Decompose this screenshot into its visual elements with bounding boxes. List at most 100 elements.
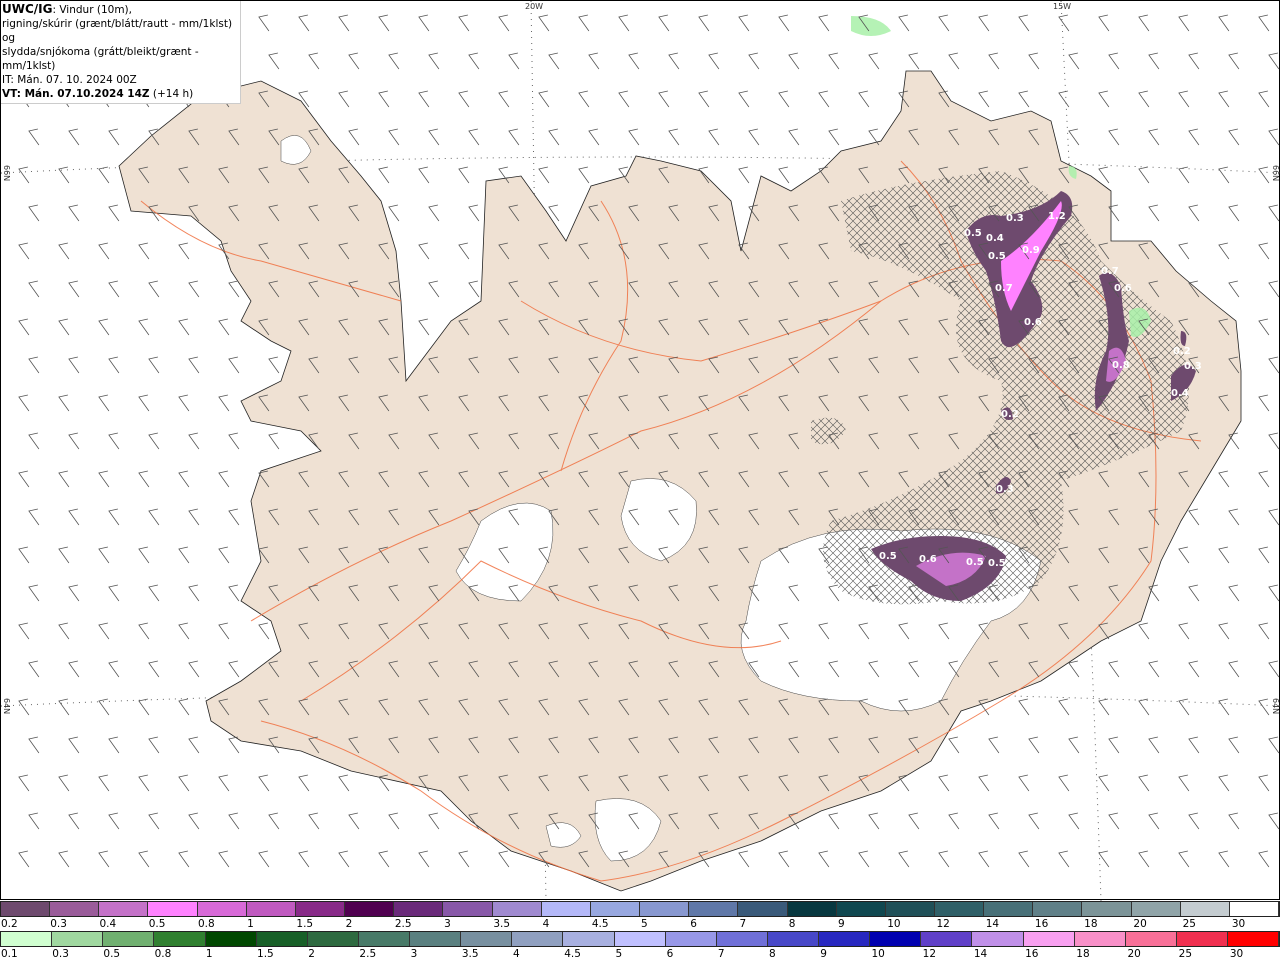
- wind-barb: [1268, 280, 1280, 298]
- wind-barb: [1068, 128, 1080, 146]
- map-canvas: 0.5 0.4 0.3 1.2 0.9 0.5 0.7 0.6 0.7 0.6 …: [0, 0, 1280, 902]
- wind-barb: [588, 128, 600, 146]
- wind-barb: [1228, 736, 1240, 754]
- iceland-landmass: [118, 70, 1242, 892]
- legend-label: 18: [1076, 948, 1090, 960]
- wind-barb: [188, 508, 200, 526]
- wind-barb: [988, 812, 1000, 830]
- wind-barb: [178, 394, 190, 412]
- wind-barb: [378, 14, 390, 32]
- wind-barb: [228, 812, 240, 830]
- wind-barb: [1258, 850, 1270, 868]
- wind-barb: [228, 660, 240, 678]
- wind-barb: [1108, 52, 1120, 70]
- legend-swatch: [934, 902, 985, 916]
- wind-barb: [1188, 508, 1200, 526]
- legend-swatch: [512, 932, 564, 946]
- legend-label: 0.5: [103, 948, 121, 960]
- wind-barb: [748, 52, 760, 70]
- wind-barb: [18, 166, 30, 184]
- wind-barb: [18, 774, 30, 792]
- wind-barb: [468, 204, 480, 222]
- wind-barb: [138, 698, 150, 716]
- wind-barb: [108, 204, 120, 222]
- wind-barb: [338, 850, 350, 868]
- wind-barb: [298, 774, 310, 792]
- wind-barb: [1218, 622, 1230, 640]
- wind-barb: [28, 128, 40, 146]
- wind-barb: [108, 128, 120, 146]
- wind-barb: [1148, 736, 1160, 754]
- wind-barb: [898, 14, 910, 32]
- wind-barb: [738, 850, 750, 868]
- initial-time: IT: Mán. 07. 10. 2024 00Z: [2, 74, 137, 86]
- wind-barb: [1068, 812, 1080, 830]
- wind-barb: [268, 812, 280, 830]
- wind-barb: [1218, 242, 1230, 260]
- wind-barb: [258, 774, 270, 792]
- wind-barb: [548, 52, 560, 70]
- wind-barb: [108, 736, 120, 754]
- lon-label-20w: 20W: [525, 2, 544, 11]
- wind-barb: [188, 432, 200, 450]
- wind-barb: [1058, 774, 1070, 792]
- legend-label: 1: [247, 918, 254, 930]
- wind-barb: [18, 546, 30, 564]
- legend-swatch: [1, 932, 53, 946]
- wind-barb: [1258, 90, 1270, 108]
- model-name: UWC/IG: [2, 2, 53, 16]
- legend-swatch: [921, 932, 973, 946]
- legend-label: 6: [666, 948, 674, 960]
- legend-swatch: [461, 932, 513, 946]
- legend-label: 0.5: [148, 918, 166, 930]
- wind-barb: [418, 850, 430, 868]
- wind-barb: [348, 52, 360, 70]
- precip-label: 0.6: [919, 554, 937, 565]
- wind-barb: [498, 90, 510, 108]
- legend-swatch: [885, 902, 935, 916]
- wind-barb: [58, 394, 70, 412]
- wind-barb: [338, 90, 350, 108]
- legend-label: 12: [922, 948, 937, 960]
- wind-barb: [708, 128, 720, 146]
- legend-label: 2: [308, 948, 315, 960]
- legend-swatch: [689, 902, 739, 916]
- legend-label: 1: [205, 948, 213, 960]
- legend-label: 2.5: [359, 948, 377, 960]
- wind-barb: [18, 242, 30, 260]
- wind-barb: [268, 52, 280, 70]
- wind-barb: [1228, 812, 1240, 830]
- wind-barb: [58, 242, 70, 260]
- wind-barb: [738, 90, 750, 108]
- legend-swatch: [205, 932, 257, 946]
- legend-label: 3: [410, 948, 418, 960]
- precip-label: 0.5: [966, 557, 984, 568]
- wind-barb: [788, 128, 800, 146]
- wind-barb: [1178, 90, 1190, 108]
- title-line-2: rigning/skúrir (grænt/blátt/rautt - mm/1…: [2, 18, 233, 44]
- wind-barb: [1188, 204, 1200, 222]
- wind-barb: [298, 850, 310, 868]
- wind-barb: [778, 850, 790, 868]
- wind-barb: [1098, 166, 1110, 184]
- wind-barb: [68, 280, 80, 298]
- wind-barb: [388, 812, 400, 830]
- legend-swatch: [1228, 932, 1280, 946]
- wind-barb: [458, 850, 470, 868]
- wind-barb: [18, 470, 30, 488]
- wind-barb: [418, 90, 430, 108]
- wind-barb: [1258, 318, 1270, 336]
- wind-barb: [188, 280, 200, 298]
- legend-label: 0.8: [197, 918, 215, 930]
- legend-label: 1.5: [296, 918, 314, 930]
- wind-barb: [468, 280, 480, 298]
- wind-barb: [178, 318, 190, 336]
- legend-swatch: [836, 902, 886, 916]
- wind-barb: [58, 774, 70, 792]
- wind-barb: [1068, 52, 1080, 70]
- wind-barb: [378, 166, 390, 184]
- legend-label: 2.5: [394, 918, 412, 930]
- wind-barb: [68, 356, 80, 374]
- wind-barb: [818, 14, 830, 32]
- wind-barb: [1178, 774, 1190, 792]
